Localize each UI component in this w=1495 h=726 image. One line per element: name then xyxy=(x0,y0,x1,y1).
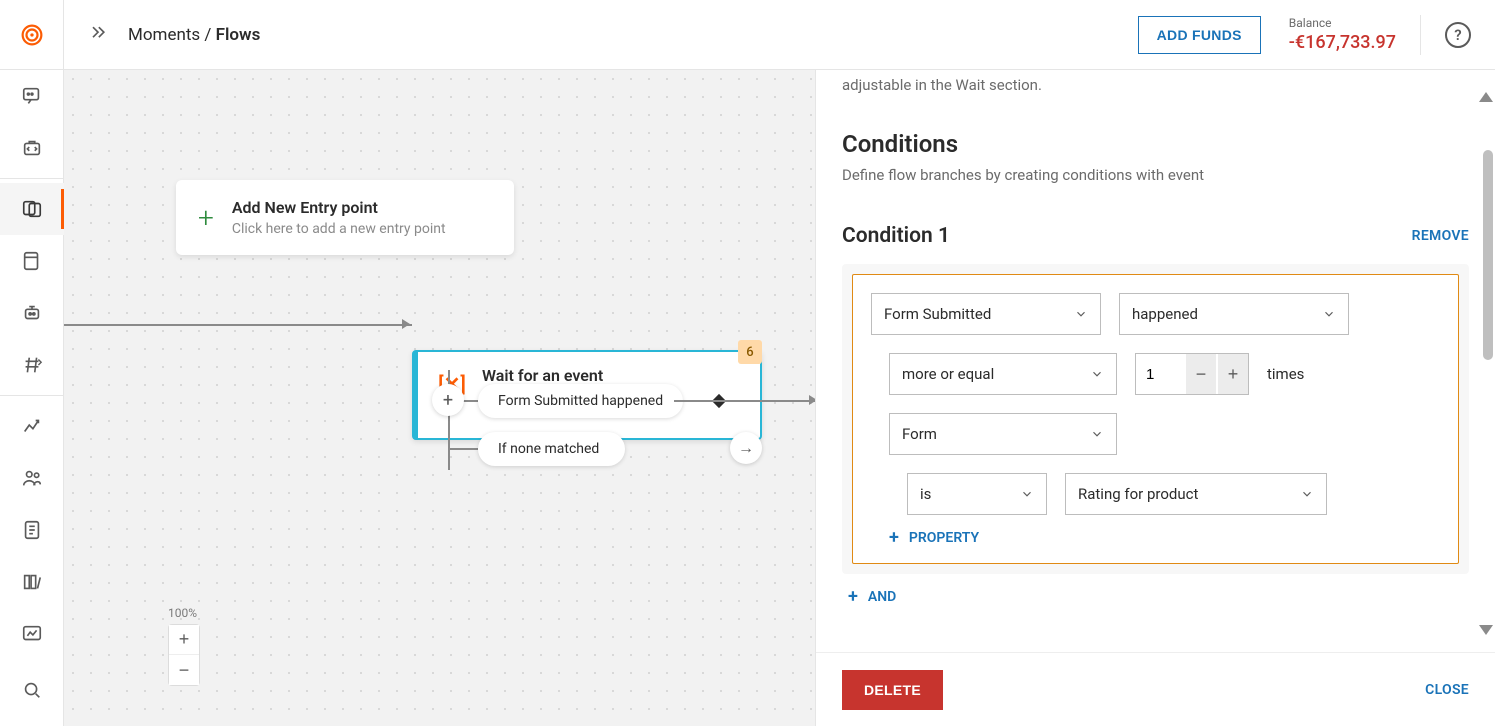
brand-logo[interactable] xyxy=(0,0,64,70)
nav-conversations-icon[interactable] xyxy=(0,70,64,122)
event-select[interactable]: Form Submitted xyxy=(871,293,1101,335)
conditions-subtitle: Define flow branches by creating conditi… xyxy=(842,166,1469,184)
nav-library-icon[interactable] xyxy=(0,556,64,608)
stepper-decrement-button[interactable]: − xyxy=(1186,354,1216,394)
nav-dashboard-icon[interactable] xyxy=(0,608,64,660)
entry-title: Add New Entry point xyxy=(232,198,446,217)
select-value: Rating for product xyxy=(1078,485,1198,503)
topbar-divider xyxy=(1420,15,1421,55)
scroll-down-icon[interactable] xyxy=(1479,625,1493,635)
add-entry-point-card[interactable]: + Add New Entry point Click here to add … xyxy=(176,180,514,255)
plus-icon: + xyxy=(848,588,858,606)
times-stepper[interactable]: − + xyxy=(1135,353,1249,395)
balance-block: Balance -€167,733.97 xyxy=(1289,16,1396,53)
nav-people-icon[interactable] xyxy=(0,452,64,504)
chevron-down-icon xyxy=(1090,367,1104,381)
condition-frame: Form Submitted happened more or equal xyxy=(852,274,1459,564)
chevron-down-icon xyxy=(1090,427,1104,441)
stepper-increment-button[interactable]: + xyxy=(1218,354,1248,394)
close-button[interactable]: CLOSE xyxy=(1425,682,1469,698)
condition-box: Form Submitted happened more or equal xyxy=(842,264,1469,574)
breadcrumb-root[interactable]: Moments xyxy=(128,25,200,45)
conditions-heading: Conditions xyxy=(842,130,1469,158)
nav-templates-icon[interactable] xyxy=(0,235,64,287)
condition-panel: adjustable in the Wait section. Conditio… xyxy=(815,70,1495,726)
topbar: Moments / Flows ADD FUNDS Balance -€167,… xyxy=(64,0,1495,70)
nav-numbers-icon[interactable] xyxy=(0,339,64,391)
operator-select[interactable]: is xyxy=(907,473,1047,515)
branch-label: If none matched xyxy=(498,441,599,457)
plus-icon: + xyxy=(198,201,214,234)
remove-condition-button[interactable]: REMOVE xyxy=(1412,228,1469,244)
add-branch-button[interactable]: + xyxy=(432,384,464,416)
nav-docs-icon[interactable] xyxy=(0,504,64,556)
node-badge: 6 xyxy=(738,340,762,364)
nav-moments-icon[interactable] xyxy=(0,183,64,235)
nav-bot-icon[interactable] xyxy=(0,287,64,339)
select-value: is xyxy=(920,485,931,503)
branch-if-none-matched[interactable]: If none matched xyxy=(478,432,625,466)
state-select[interactable]: happened xyxy=(1119,293,1349,335)
help-icon[interactable]: ? xyxy=(1445,22,1471,48)
nav-analytics-icon[interactable] xyxy=(0,400,64,452)
value-select[interactable]: Rating for product xyxy=(1065,473,1327,515)
nav-search-icon[interactable] xyxy=(0,664,64,716)
select-value: Form xyxy=(902,425,937,443)
connector-line xyxy=(448,448,478,450)
branch-form-submitted[interactable]: Form Submitted happened xyxy=(478,384,683,418)
node-title: Wait for an event xyxy=(482,366,636,385)
arrow-icon xyxy=(402,319,410,329)
breadcrumb[interactable]: Moments / Flows xyxy=(128,25,260,45)
balance-value: -€167,733.97 xyxy=(1289,32,1396,53)
branch-label: Form Submitted happened xyxy=(498,393,663,409)
balance-label: Balance xyxy=(1289,16,1396,30)
chevron-down-icon xyxy=(1300,487,1314,501)
comparator-select[interactable]: more or equal xyxy=(889,353,1117,395)
chevron-down-icon xyxy=(1020,487,1034,501)
nav-apps-icon[interactable] xyxy=(0,122,64,174)
add-property-label: PROPERTY xyxy=(909,530,979,546)
scrollbar-thumb[interactable] xyxy=(1483,150,1493,360)
entry-subtitle: Click here to add a new entry point xyxy=(232,221,446,237)
breadcrumb-sep: / xyxy=(200,25,215,45)
zoom-out-button[interactable]: − xyxy=(169,655,199,685)
expand-rail-icon[interactable] xyxy=(88,23,108,47)
zoom-controls: 100% + − xyxy=(168,606,200,686)
wait-note: adjustable in the Wait section. xyxy=(842,76,1469,94)
select-value: more or equal xyxy=(902,365,994,383)
chevron-down-icon xyxy=(1322,307,1336,321)
plus-icon: + xyxy=(889,529,899,547)
attribute-group-select[interactable]: Form xyxy=(889,413,1117,455)
times-input[interactable] xyxy=(1136,354,1186,394)
add-and-button[interactable]: + AND xyxy=(848,588,1469,606)
add-funds-button[interactable]: ADD FUNDS xyxy=(1138,16,1261,54)
panel-footer: DELETE CLOSE xyxy=(816,652,1495,726)
scroll-up-icon[interactable] xyxy=(1479,92,1493,102)
add-property-button[interactable]: + PROPERTY xyxy=(889,529,1440,547)
zoom-level: 100% xyxy=(168,606,200,620)
left-rail xyxy=(0,0,64,726)
delete-button[interactable]: DELETE xyxy=(842,670,943,710)
breadcrumb-current[interactable]: Flows xyxy=(216,25,261,45)
condition-title: Condition 1 xyxy=(842,224,950,248)
select-value: happened xyxy=(1132,305,1198,323)
chevron-down-icon xyxy=(1074,307,1088,321)
connector-line xyxy=(674,400,819,402)
select-value: Form Submitted xyxy=(884,305,991,323)
add-and-label: AND xyxy=(868,589,896,605)
connector-line xyxy=(64,324,412,326)
zoom-in-button[interactable]: + xyxy=(169,625,199,655)
times-label: times xyxy=(1267,365,1304,383)
continue-arrow-button[interactable]: → xyxy=(730,432,762,464)
